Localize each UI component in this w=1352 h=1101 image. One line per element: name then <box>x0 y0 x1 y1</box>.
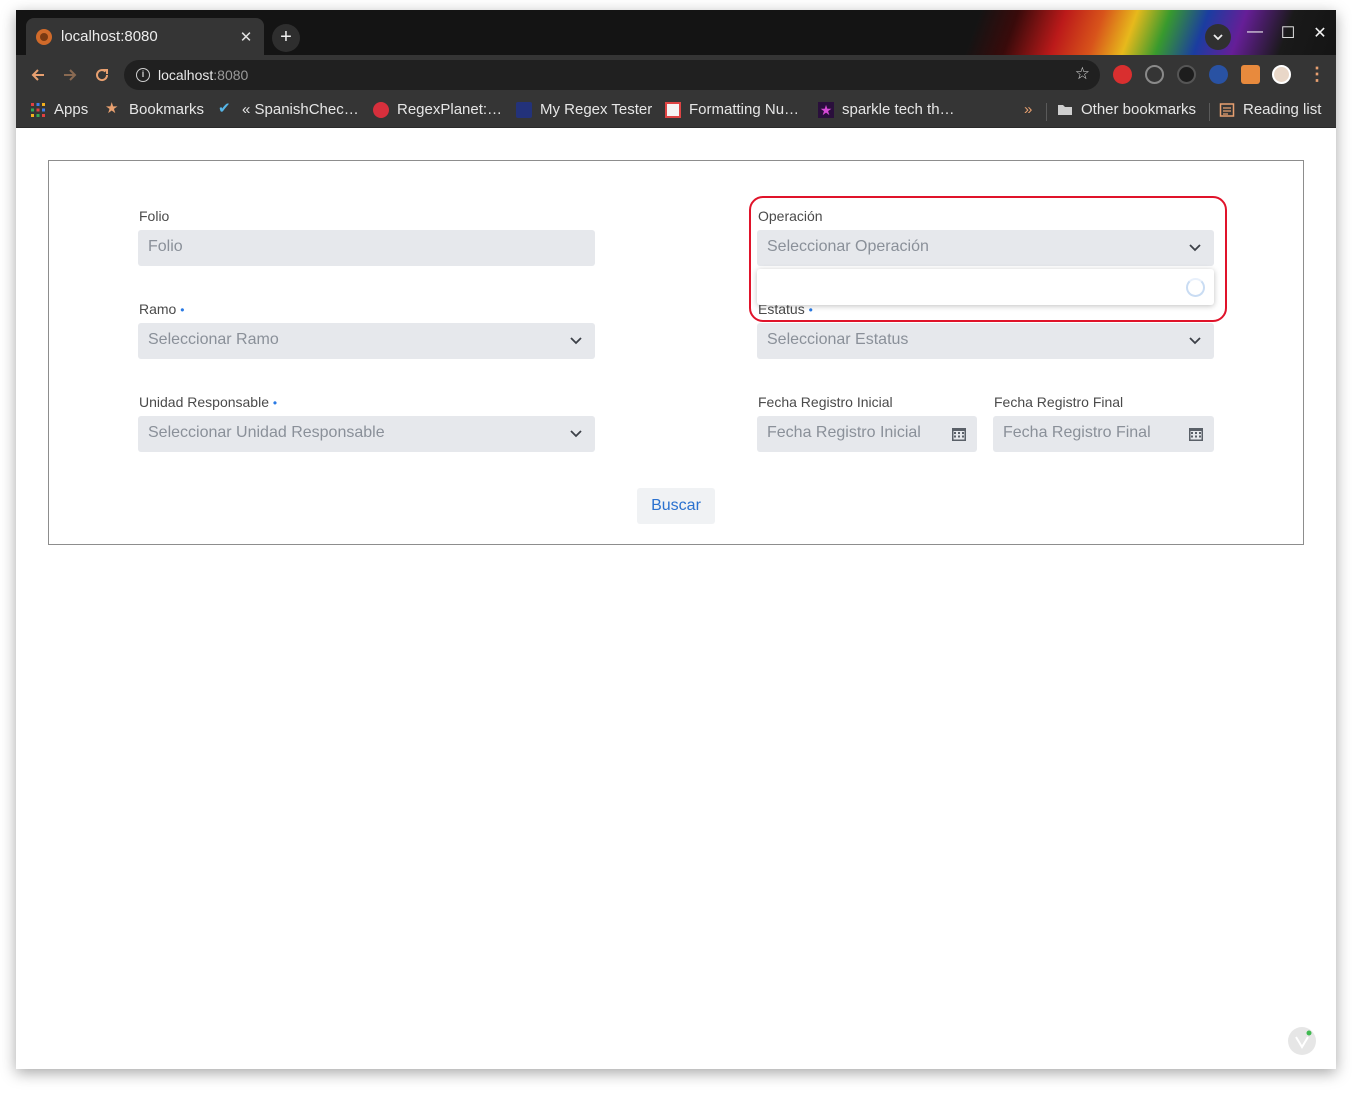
required-indicator: • <box>180 303 185 317</box>
other-bookmarks-folder[interactable]: Other bookmarks <box>1057 101 1196 118</box>
bookmark-bookmarks[interactable]: ★ Bookmarks <box>105 99 204 118</box>
gnome-extension-icon[interactable] <box>1177 65 1196 84</box>
bookmarks-bar: Apps ★ Bookmarks ✔ « SpanishChec… RegexP… <box>16 95 1336 128</box>
tab-search-button[interactable] <box>1205 24 1231 50</box>
check-icon: ✔ <box>218 99 231 117</box>
bookmark-star-icon[interactable]: ☆ <box>1075 64 1090 84</box>
kebab-menu-icon[interactable]: ⋮ <box>1308 64 1326 85</box>
regexplanet-icon <box>373 101 389 118</box>
chevron-down-icon <box>1189 337 1201 345</box>
bookmark-my-regex-tester[interactable]: My Regex Tester <box>516 101 652 118</box>
vue-devtools-icon[interactable] <box>1288 1027 1316 1055</box>
regex-tester-icon <box>516 101 532 118</box>
adblock-extension-icon[interactable] <box>1113 65 1132 84</box>
loading-spinner-icon <box>1186 278 1205 297</box>
page-content: Folio Folio Operación Seleccionar Operac… <box>16 128 1336 1069</box>
tab-title: localhost:8080 <box>61 28 158 45</box>
operacion-label: Operación <box>758 208 823 224</box>
reload-button[interactable] <box>91 64 113 86</box>
bookmarks-overflow-icon[interactable]: » <box>1024 101 1032 118</box>
arrow-left-icon <box>31 69 44 81</box>
chevron-down-icon <box>1213 34 1223 41</box>
folder-icon <box>1058 104 1072 115</box>
bookmark-regexplanet[interactable]: RegexPlanet:… <box>373 101 502 118</box>
bookmark-sparkle-tech[interactable]: ★ sparkle tech th… <box>818 101 955 118</box>
chevron-down-icon <box>570 337 582 345</box>
vue-logo-icon <box>1295 1030 1312 1049</box>
apps-grid-icon <box>31 102 45 117</box>
buscar-button[interactable]: Buscar <box>637 488 715 524</box>
bookmarks-divider <box>1046 103 1047 121</box>
ramo-label: Ramo • <box>139 301 185 317</box>
close-tab-icon[interactable]: ✕ <box>238 28 254 46</box>
formatting-icon <box>665 101 681 118</box>
calendar-icon[interactable] <box>1188 426 1204 442</box>
close-window-button[interactable]: ✕ <box>1309 23 1331 43</box>
globe-extension-icon[interactable] <box>1145 65 1164 84</box>
bookmark-formatting[interactable]: Formatting Nu… <box>665 101 799 118</box>
estatus-placeholder: Seleccionar Estatus <box>767 331 909 348</box>
tab-strip: localhost:8080 ✕ + — ☐ ✕ <box>16 10 1336 55</box>
fecha-final-placeholder: Fecha Registro Final <box>1003 424 1151 441</box>
star-icon: ★ <box>105 99 119 117</box>
required-indicator: • <box>272 396 278 410</box>
browser-tab[interactable]: localhost:8080 ✕ <box>26 18 264 55</box>
ramo-select[interactable]: Seleccionar Ramo <box>138 323 595 359</box>
fedora-extension-icon[interactable] <box>1209 65 1228 84</box>
browser-toolbar: i localhost:8080 ☆ ⋮ <box>16 55 1336 95</box>
fecha-inicial-placeholder: Fecha Registro Inicial <box>767 424 921 441</box>
sparkle-icon: ★ <box>818 101 834 118</box>
bookmark-spanishchecker[interactable]: ✔ « SpanishChec… <box>218 99 359 118</box>
globe-icon <box>36 28 52 45</box>
arrow-right-icon <box>64 69 77 81</box>
new-tab-button[interactable]: + <box>272 24 300 52</box>
reading-list-icon <box>1219 102 1235 117</box>
unidad-placeholder: Seleccionar Unidad Responsable <box>148 424 385 441</box>
folio-input[interactable]: Folio <box>138 230 595 266</box>
ramo-placeholder: Seleccionar Ramo <box>148 331 279 348</box>
folio-label: Folio <box>139 208 170 224</box>
back-button[interactable] <box>27 64 49 86</box>
chevron-down-icon <box>1189 244 1201 252</box>
unidad-label: Unidad Responsable • <box>139 394 278 410</box>
puzzle-extensions-icon[interactable] <box>1241 65 1260 84</box>
minimize-button[interactable]: — <box>1244 23 1266 41</box>
calendar-icon[interactable] <box>951 426 967 442</box>
browser-window: localhost:8080 ✕ + — ☐ ✕ i localhost:808… <box>16 10 1336 1069</box>
address-bar[interactable]: i localhost:8080 ☆ <box>124 60 1100 90</box>
reload-icon <box>96 69 109 82</box>
required-indicator: • <box>808 303 813 317</box>
fecha-final-input[interactable]: Fecha Registro Final <box>993 416 1214 452</box>
url-text: localhost:8080 <box>158 67 249 83</box>
bookmark-apps[interactable]: Apps <box>30 101 88 118</box>
folio-placeholder: Folio <box>148 238 183 255</box>
profile-avatar[interactable] <box>1272 65 1291 84</box>
maximize-button[interactable]: ☐ <box>1277 23 1299 43</box>
site-info-icon[interactable]: i <box>136 68 150 82</box>
fecha-final-label: Fecha Registro Final <box>994 394 1124 410</box>
operacion-placeholder: Seleccionar Operación <box>767 238 929 255</box>
fecha-inicial-label: Fecha Registro Inicial <box>758 394 893 410</box>
estatus-select[interactable]: Seleccionar Estatus <box>757 323 1214 359</box>
unidad-responsable-select[interactable]: Seleccionar Unidad Responsable <box>138 416 595 452</box>
operacion-dropdown-panel[interactable] <box>757 269 1214 305</box>
bookmarks-divider <box>1209 103 1210 121</box>
theme-artwork <box>876 10 1336 55</box>
reading-list-button[interactable]: Reading list <box>1219 101 1321 118</box>
chevron-down-icon <box>570 430 582 438</box>
fecha-inicial-input[interactable]: Fecha Registro Inicial <box>757 416 977 452</box>
operacion-select[interactable]: Seleccionar Operación <box>757 230 1214 266</box>
forward-button[interactable] <box>59 64 81 86</box>
